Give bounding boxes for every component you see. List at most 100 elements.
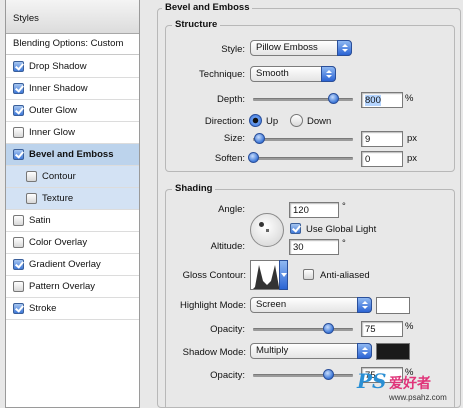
bevel-emboss-title: Bevel and Emboss bbox=[162, 2, 253, 13]
angle-handle-icon bbox=[259, 222, 264, 227]
use-global-light-label: Use Global Light bbox=[306, 224, 377, 235]
depth-unit: % bbox=[405, 93, 414, 104]
style-item-outer-glow[interactable]: Outer Glow bbox=[6, 100, 139, 122]
style-item-label: Color Overlay bbox=[29, 237, 88, 248]
bevel-and-emboss-checkbox[interactable] bbox=[13, 149, 24, 160]
highlight-opacity-field[interactable]: 75 bbox=[361, 321, 403, 337]
use-global-light-checkbox[interactable] bbox=[290, 223, 301, 234]
chevron-updown-icon bbox=[357, 343, 372, 359]
style-item-label: Pattern Overlay bbox=[29, 281, 95, 292]
style-item-texture[interactable]: Texture bbox=[6, 188, 139, 210]
depth-slider-thumb[interactable] bbox=[328, 93, 339, 104]
style-item-satin[interactable]: Satin bbox=[6, 210, 139, 232]
watermark-cn: 爱好者 bbox=[389, 375, 431, 391]
style-item-bevel-and-emboss[interactable]: Bevel and Emboss bbox=[6, 144, 139, 166]
highlight-mode-popup[interactable]: Screen bbox=[250, 297, 372, 313]
anti-aliased-label: Anti-aliased bbox=[320, 270, 370, 281]
style-label: Style: bbox=[221, 44, 245, 55]
angle-field[interactable]: 120 bbox=[289, 202, 339, 218]
size-value: 9 bbox=[365, 134, 371, 145]
size-slider-track[interactable] bbox=[253, 138, 353, 141]
style-item-pattern-overlay[interactable]: Pattern Overlay bbox=[6, 276, 139, 298]
style-item-drop-shadow[interactable]: Drop Shadow bbox=[6, 56, 139, 78]
soften-slider-track[interactable] bbox=[253, 157, 353, 160]
altitude-label: Altitude: bbox=[210, 241, 245, 252]
style-item-label: Gradient Overlay bbox=[29, 259, 101, 270]
highlight-opacity-track[interactable] bbox=[253, 328, 353, 331]
stroke-checkbox[interactable] bbox=[13, 303, 24, 314]
style-item-stroke[interactable]: Stroke bbox=[6, 298, 139, 320]
altitude-unit: ° bbox=[342, 238, 346, 249]
direction-label: Direction: bbox=[204, 116, 245, 127]
angle-unit: ° bbox=[342, 201, 346, 212]
shadow-mode-popup[interactable]: Multiply bbox=[250, 343, 372, 359]
style-item-label: Satin bbox=[29, 215, 51, 226]
chevron-updown-icon bbox=[337, 40, 352, 56]
shadow-opacity-track[interactable] bbox=[253, 374, 353, 377]
shadow-opacity-thumb[interactable] bbox=[323, 369, 334, 380]
highlight-opacity-thumb[interactable] bbox=[323, 323, 334, 334]
altitude-value: 30 bbox=[293, 242, 304, 253]
size-field[interactable]: 9 bbox=[361, 131, 403, 147]
soften-field[interactable]: 0 bbox=[361, 151, 403, 167]
pattern-overlay-checkbox[interactable] bbox=[13, 281, 24, 292]
direction-down-label: Down bbox=[307, 116, 332, 127]
soften-value: 0 bbox=[365, 154, 371, 165]
size-unit: px bbox=[407, 133, 418, 144]
style-value: Pillow Emboss bbox=[256, 42, 318, 53]
angle-wheel-control[interactable] bbox=[250, 213, 284, 247]
depth-label: Depth: bbox=[217, 94, 245, 105]
size-slider-thumb[interactable] bbox=[254, 133, 265, 144]
blending-options-item[interactable]: Blending Options: Custom bbox=[6, 34, 139, 55]
inner-glow-checkbox[interactable] bbox=[13, 127, 24, 138]
shading-title: Shading bbox=[172, 183, 216, 194]
style-item-label: Contour bbox=[42, 171, 76, 182]
technique-label: Technique: bbox=[199, 69, 245, 80]
inner-shadow-checkbox[interactable] bbox=[13, 83, 24, 94]
anti-aliased-checkbox[interactable] bbox=[303, 269, 314, 280]
style-item-label: Stroke bbox=[29, 303, 57, 314]
shadow-opacity-label: Opacity: bbox=[210, 370, 245, 381]
watermark-url: www.psahz.com bbox=[389, 393, 447, 402]
altitude-field[interactable]: 30 bbox=[289, 239, 339, 255]
gloss-contour-label: Gloss Contour: bbox=[182, 270, 246, 281]
style-item-label: Inner Glow bbox=[29, 127, 75, 138]
color-overlay-checkbox[interactable] bbox=[13, 237, 24, 248]
direction-up-label: Up bbox=[266, 116, 279, 127]
style-item-label: Inner Shadow bbox=[29, 83, 88, 94]
direction-down-radio[interactable] bbox=[290, 114, 303, 127]
style-item-gradient-overlay[interactable]: Gradient Overlay bbox=[6, 254, 139, 276]
depth-field[interactable]: 800 bbox=[361, 92, 403, 108]
watermark-brand: PS bbox=[357, 369, 387, 393]
style-item-inner-glow[interactable]: Inner Glow bbox=[6, 122, 139, 144]
style-item-label: Drop Shadow bbox=[29, 61, 87, 72]
gradient-overlay-checkbox[interactable] bbox=[13, 259, 24, 270]
direction-up-radio[interactable] bbox=[249, 114, 262, 127]
satin-checkbox[interactable] bbox=[13, 215, 24, 226]
highlight-mode-label: Highlight Mode: bbox=[179, 300, 246, 311]
drop-shadow-checkbox[interactable] bbox=[13, 61, 24, 72]
size-label: Size: bbox=[223, 133, 245, 144]
highlight-mode-value: Screen bbox=[256, 299, 287, 310]
chevron-updown-icon bbox=[357, 297, 372, 313]
shadow-mode-label: Shadow Mode: bbox=[182, 347, 246, 358]
soften-unit: px bbox=[407, 153, 418, 164]
texture-checkbox[interactable] bbox=[26, 193, 37, 204]
contour-checkbox[interactable] bbox=[26, 171, 37, 182]
styles-header[interactable]: Styles bbox=[6, 0, 139, 34]
soften-slider-thumb[interactable] bbox=[248, 152, 259, 163]
highlight-color-swatch[interactable] bbox=[376, 297, 410, 314]
soften-label: Soften: bbox=[214, 153, 245, 164]
styles-panel: Styles Blending Options: Custom Drop Sha… bbox=[5, 0, 140, 408]
style-item-contour[interactable]: Contour bbox=[6, 166, 139, 188]
chevron-updown-icon bbox=[321, 66, 336, 82]
technique-popup[interactable]: Smooth bbox=[250, 66, 336, 82]
outer-glow-checkbox[interactable] bbox=[13, 105, 24, 116]
structure-title: Structure bbox=[172, 19, 221, 30]
shadow-color-swatch[interactable] bbox=[376, 343, 410, 360]
style-item-color-overlay[interactable]: Color Overlay bbox=[6, 232, 139, 254]
shadow-mode-value: Multiply bbox=[256, 345, 289, 356]
style-item-inner-shadow[interactable]: Inner Shadow bbox=[6, 78, 139, 100]
style-popup[interactable]: Pillow Emboss bbox=[250, 40, 352, 56]
gloss-contour-dropdown[interactable] bbox=[279, 260, 288, 290]
